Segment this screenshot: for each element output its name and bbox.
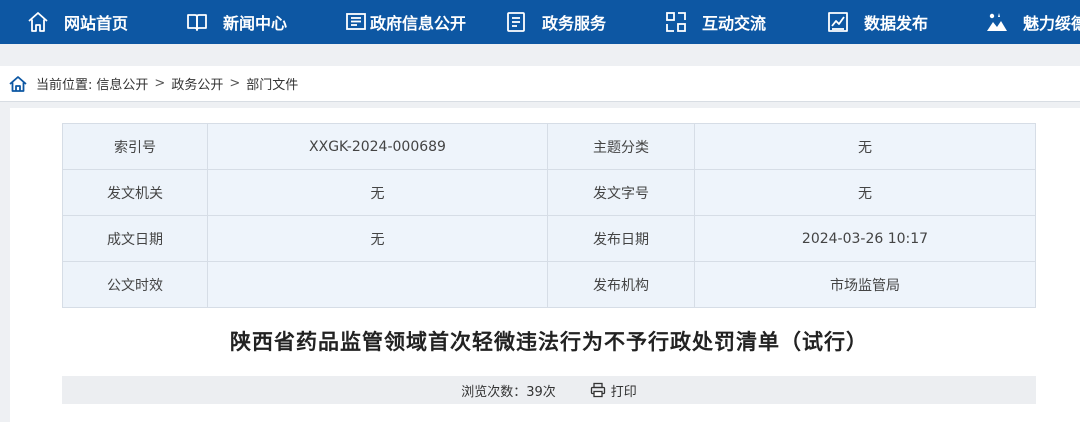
meta-key: 发布日期 — [547, 215, 695, 262]
nav-item-label: 网站首页 — [64, 14, 129, 33]
breadcrumb: 当前位置: 信息公开 > 政务公开 > 部门文件 — [0, 66, 1080, 102]
meta-key: 发文字号 — [547, 169, 695, 216]
nav-item-home[interactable]: 网站首页 — [26, 0, 128, 44]
meta-value: 2024-03-26 10:17 — [694, 215, 1036, 262]
list-icon — [504, 10, 528, 34]
home-icon — [26, 10, 50, 34]
document-icon — [344, 10, 368, 34]
breadcrumb-link-info[interactable]: 信息公开 — [96, 74, 148, 93]
meta-value: 无 — [207, 169, 548, 216]
chart-icon — [826, 10, 850, 34]
print-label: 打印 — [610, 384, 637, 400]
view-count: 浏览次数：39次 — [461, 384, 556, 400]
article-toolbar: 浏览次数：39次 打印 — [62, 376, 1036, 404]
meta-key: 发文机关 — [62, 169, 208, 216]
nav-item-label: 新闻中心 — [223, 14, 288, 33]
meta-key: 公文时效 — [62, 261, 208, 308]
meta-key: 发布机构 — [547, 261, 695, 308]
meta-value: 无 — [207, 215, 548, 262]
breadcrumb-link-affairs[interactable]: 政务公开 — [171, 74, 223, 93]
nav-item-label: 政府信息公开 — [370, 14, 467, 33]
home-icon — [8, 75, 28, 93]
table-row: 成文日期 无 发布日期 2024-03-26 10:17 — [62, 215, 1036, 262]
meta-value: XXGK-2024-000689 — [207, 123, 548, 170]
nav-item-label: 互动交流 — [702, 14, 767, 33]
breadcrumb-separator: > — [229, 76, 241, 91]
table-row: 发文机关 无 发文字号 无 — [62, 169, 1036, 216]
print-button[interactable]: 打印 — [590, 381, 637, 400]
landscape-icon — [985, 10, 1009, 34]
meta-value: 市场监管局 — [694, 261, 1036, 308]
meta-value — [207, 261, 548, 308]
interaction-icon — [664, 10, 688, 34]
nav-item-gov-info[interactable]: 政府信息公开 — [344, 0, 466, 44]
breadcrumb-separator: > — [154, 76, 166, 91]
article-title: 陕西省药品监管领域首次轻微违法行为不予行政处罚清单（试行） — [230, 330, 868, 354]
nav-item-label: 政务服务 — [542, 14, 607, 33]
printer-icon — [590, 382, 606, 398]
nav-item-label: 数据发布 — [864, 14, 929, 33]
nav-item-news[interactable]: 新闻中心 — [185, 0, 287, 44]
meta-value: 无 — [694, 169, 1036, 216]
breadcrumb-link-dept-docs[interactable]: 部门文件 — [246, 74, 298, 93]
nav-item-data[interactable]: 数据发布 — [826, 0, 928, 44]
document-meta-table: 索引号 XXGK-2024-000689 主题分类 无 发文机关 无 发文字号 … — [62, 123, 1036, 308]
nav-item-charm[interactable]: 魅力绥德 — [985, 0, 1080, 44]
meta-value: 无 — [694, 123, 1036, 170]
meta-key: 主题分类 — [547, 123, 695, 170]
nav-item-label: 魅力绥德 — [1023, 14, 1080, 33]
top-nav: 网站首页 新闻中心 政府信息公开 政务服务 互动交流 数据发布 魅力绥德 — [0, 0, 1080, 44]
meta-key: 成文日期 — [62, 215, 208, 262]
table-row: 索引号 XXGK-2024-000689 主题分类 无 — [62, 123, 1036, 170]
meta-key: 索引号 — [62, 123, 208, 170]
nav-item-interaction[interactable]: 互动交流 — [664, 0, 766, 44]
book-icon — [185, 10, 209, 34]
table-row: 公文时效 发布机构 市场监管局 — [62, 261, 1036, 308]
nav-item-services[interactable]: 政务服务 — [504, 0, 606, 44]
breadcrumb-prefix: 当前位置: — [36, 78, 93, 93]
